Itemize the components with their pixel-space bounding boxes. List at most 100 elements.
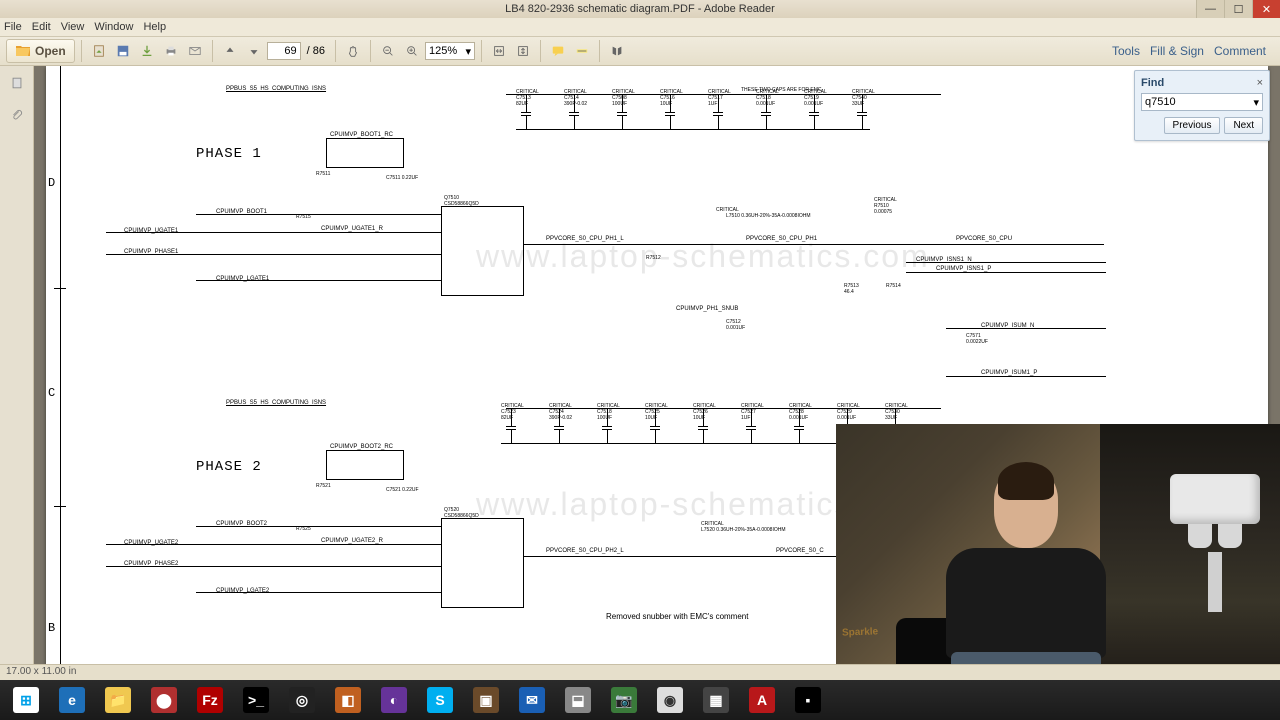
critical: CRITICAL [716,208,739,214]
person [936,468,1116,678]
fit-page-icon[interactable] [512,40,534,62]
print-icon[interactable] [160,40,182,62]
microscope [1160,474,1270,604]
taskbar-start[interactable]: ⊞ [4,682,48,718]
page-down-icon[interactable] [243,40,265,62]
ph1-snub: CPUIMVP_PH1_SNUB [676,306,738,312]
taskbar-skype[interactable]: S [418,682,462,718]
menu-window[interactable]: Window [94,21,133,33]
ugate2: CPUIMVP_UGATE2 [124,540,178,546]
thumbnails-icon[interactable] [6,72,28,94]
separator [335,40,336,62]
open-button[interactable]: Open [6,39,75,63]
cap-val: 390P-0.02 [564,102,587,108]
ppbus-net: PPBUS_S5_HS_COMPUTING_ISNS [226,86,326,92]
save-icon[interactable] [112,40,134,62]
lgate2: CPUIMVP_LGATE2 [216,588,269,594]
find-title: Find [1141,77,1164,89]
terminal-icon: >_ [243,687,269,713]
attachments-icon[interactable] [6,104,28,126]
statusbar: 17.00 x 11.00 in [0,664,1280,680]
email-icon[interactable] [184,40,206,62]
r7521: R7521 [316,484,331,490]
page-up-icon[interactable] [219,40,241,62]
taskbar-filezilla[interactable]: Fz [188,682,232,718]
find-next-button[interactable]: Next [1224,117,1263,134]
separator [599,40,600,62]
cap-val: 100UF [597,416,612,422]
comment-tool-icon[interactable] [547,40,569,62]
c7512: C7512 0.001UF [726,320,745,331]
phase1-label: PHASE 1 [196,146,262,162]
page-number-input[interactable] [267,42,301,60]
tools-link[interactable]: Tools [1112,44,1140,58]
taskbar-ie[interactable]: e [50,682,94,718]
menu-file[interactable]: File [4,21,22,33]
create-pdf-icon[interactable] [88,40,110,62]
export-icon[interactable] [136,40,158,62]
menubar: File Edit View Window Help [0,18,1280,36]
taskbar-app5[interactable]: ⬓ [556,682,600,718]
page-total: / 86 [303,45,329,57]
separator [540,40,541,62]
titlebar: LB4 820-2936 schematic diagram.PDF - Ado… [0,0,1280,18]
taskbar-cmd[interactable]: ▪ [786,682,830,718]
zoom-value: 125% [429,45,457,57]
c7571: C7571 0.0022UF [966,334,988,345]
taskbar-terminal[interactable]: >_ [234,682,278,718]
zoom-select[interactable]: 125% ▾ [425,42,475,60]
taskbar-cam[interactable]: 📷 [602,682,646,718]
filezilla-icon: Fz [197,687,223,713]
maximize-button[interactable]: ☐ [1224,0,1252,18]
chevron-down-icon: ▾ [466,45,472,58]
taskbar-tb[interactable]: ✉ [510,682,554,718]
taskbar-app4[interactable]: ▣ [464,682,508,718]
fill-sign-link[interactable]: Fill & Sign [1150,44,1204,58]
chrome-icon: ◉ [657,687,683,713]
taskbar-adobe[interactable]: A [740,682,784,718]
c7511: C7511 0.22UF [386,176,418,182]
nav-sidebar [0,66,34,678]
r7512: R7512 [646,256,661,262]
r7510: R7510 0.00075 [874,204,892,215]
find-input[interactable]: q7510 ▾ [1141,93,1263,111]
explorer-icon: 📁 [105,687,131,713]
start-icon: ⊞ [13,687,39,713]
taskbar-obs[interactable]: ◎ [280,682,324,718]
grid-row-c: C [48,386,55,400]
zoom-out-icon[interactable] [377,40,399,62]
separator [481,40,482,62]
read-mode-icon[interactable] [606,40,628,62]
highlight-icon[interactable] [571,40,593,62]
q7520: Q7520 CSD58866Q5D [444,508,479,519]
cap-val: 1UF [741,416,750,422]
menu-view[interactable]: View [61,21,85,33]
zoom-in-icon[interactable] [401,40,423,62]
cap-val: 100UF [612,102,627,108]
find-previous-button[interactable]: Previous [1164,117,1221,134]
open-label: Open [35,44,66,58]
taskbar-chrome[interactable]: ◉ [648,682,692,718]
find-close-icon[interactable]: × [1257,77,1263,89]
ppvcore-cpu: PPVCORE_S0_CPU [956,236,1012,242]
ppvcore-ph1-l: PPVCORE_S0_CPU_PH1_L [546,236,624,242]
r7511: R7511 [316,172,330,178]
comment-link[interactable]: Comment [1214,44,1266,58]
taskbar-app3[interactable]: ◐ [372,682,416,718]
find-query-text: q7510 [1145,96,1176,108]
menu-help[interactable]: Help [143,21,166,33]
folder-open-icon [15,43,31,59]
lgate1: CPUIMVP_LGATE1 [216,276,269,282]
close-button[interactable]: ✕ [1252,0,1280,18]
minimize-button[interactable]: — [1196,0,1224,18]
fit-width-icon[interactable] [488,40,510,62]
menu-edit[interactable]: Edit [32,21,51,33]
taskbar-app6[interactable]: ▦ [694,682,738,718]
taskbar-app1[interactable]: ⬤ [142,682,186,718]
hand-tool-icon[interactable] [342,40,364,62]
taskbar-explorer[interactable]: 📁 [96,682,140,718]
window-controls: — ☐ ✕ [1196,0,1280,18]
taskbar-app2[interactable]: ◧ [326,682,370,718]
ppvcore-ph2-l: PPVCORE_S0_CPU_PH2_L [546,548,624,554]
grid-row-d: D [48,176,55,190]
